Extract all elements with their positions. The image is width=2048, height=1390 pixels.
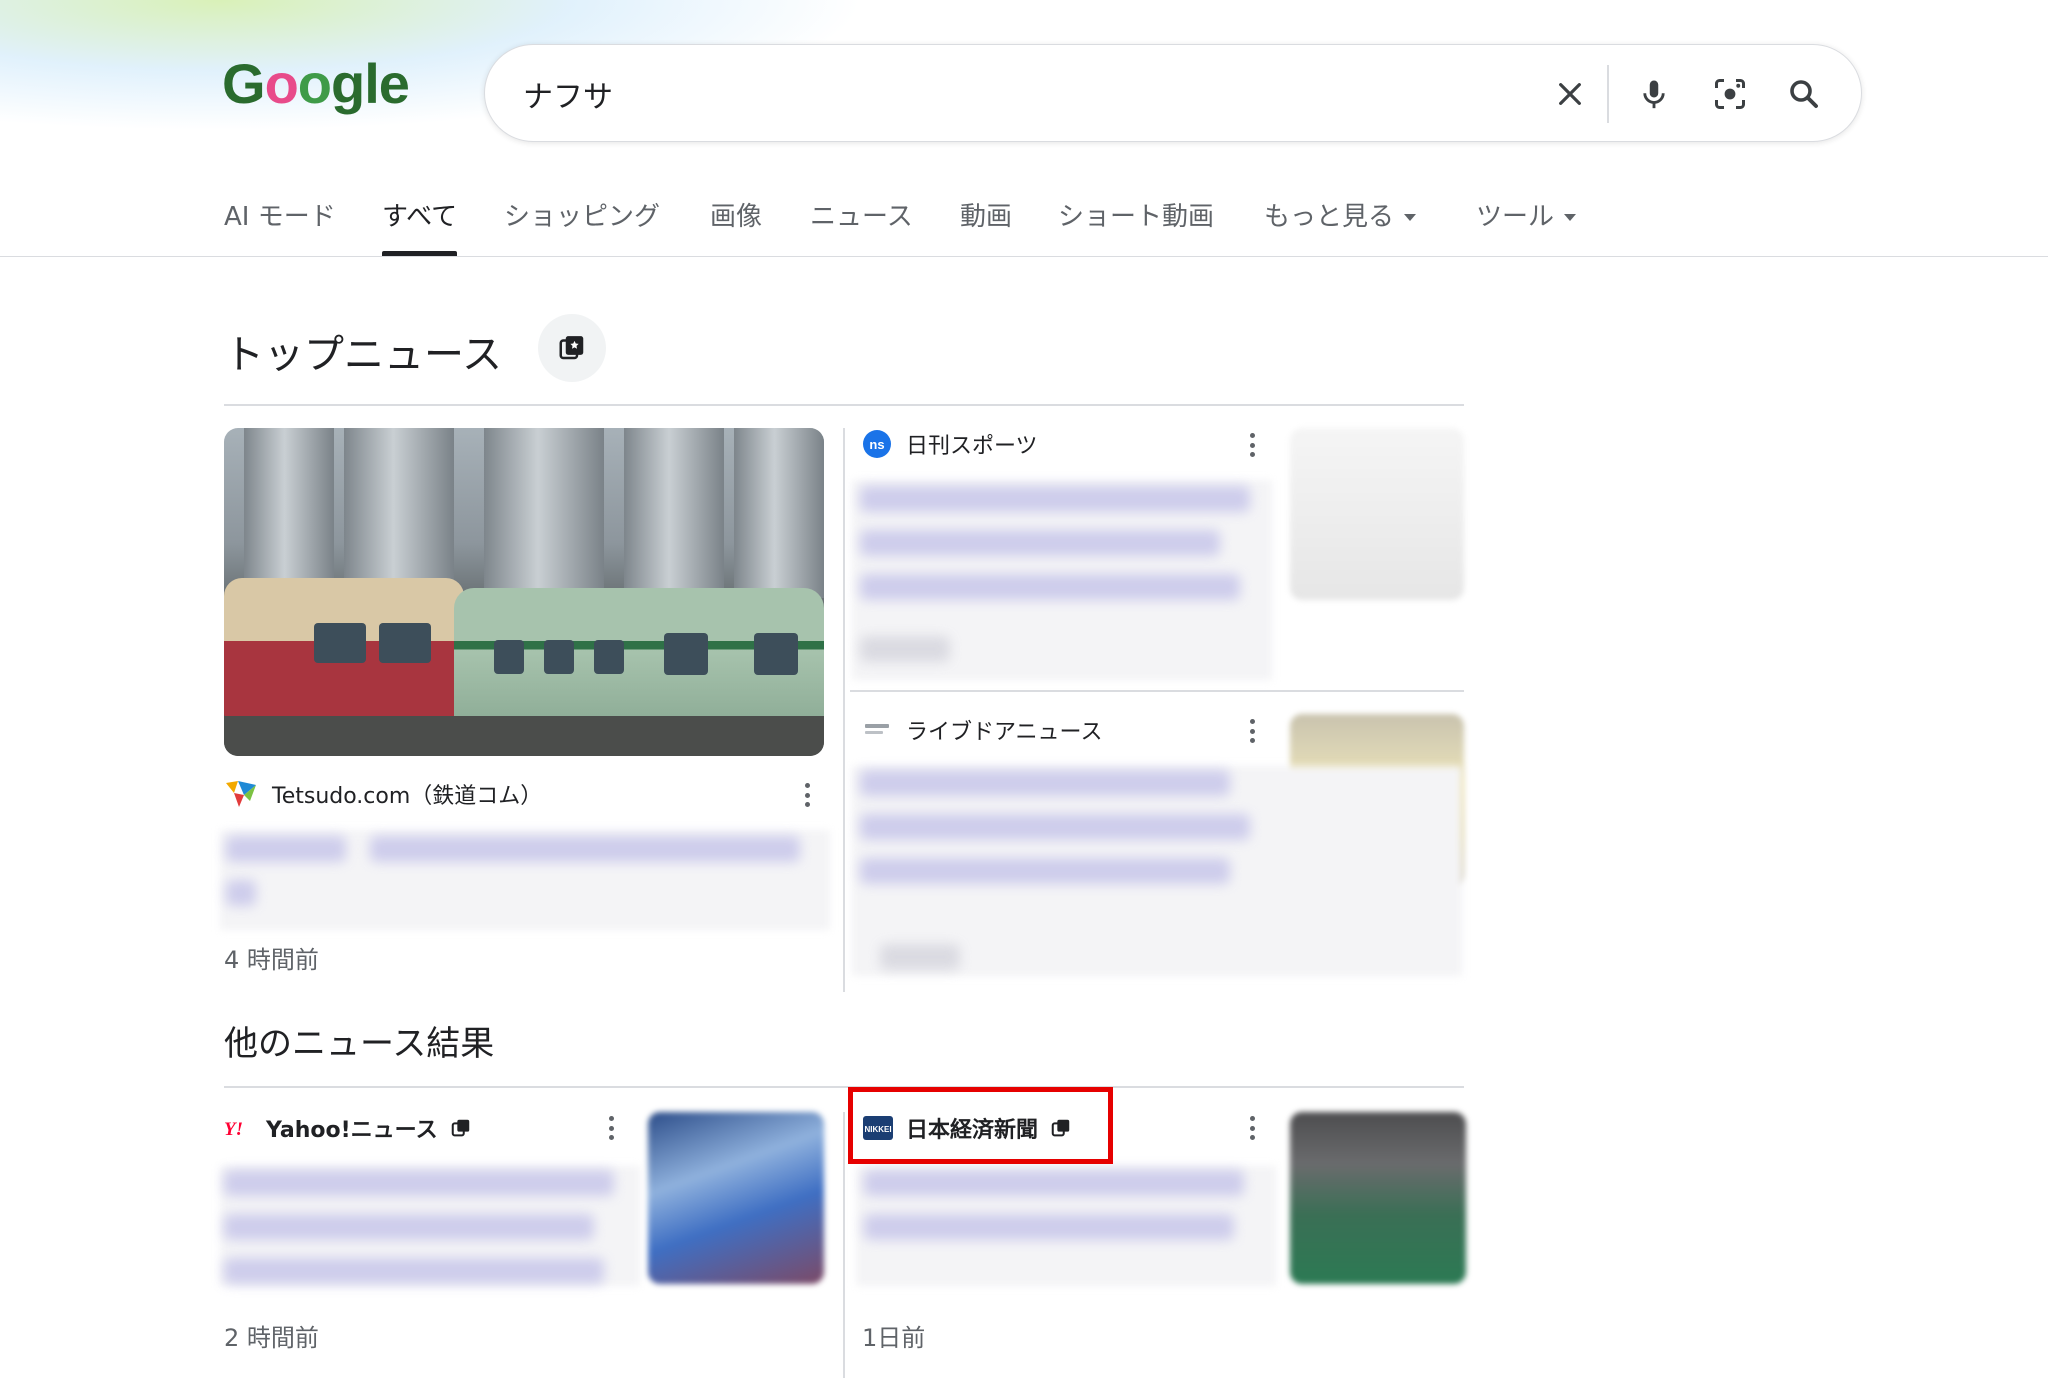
other-story-1-time: 2 時間前 bbox=[224, 1324, 319, 1352]
source-name: 日刊スポーツ bbox=[906, 434, 1038, 459]
tabs-divider bbox=[0, 256, 2048, 257]
story-divider bbox=[850, 690, 1464, 692]
side-story-2-source[interactable]: ライブドアニュース bbox=[862, 714, 1102, 746]
google-logo[interactable]: Google bbox=[222, 56, 410, 112]
search-box[interactable] bbox=[484, 44, 1862, 142]
chevron-down-icon bbox=[1404, 214, 1417, 221]
blurred-headline bbox=[224, 1258, 604, 1284]
search-input[interactable] bbox=[523, 69, 1423, 119]
other-story-2-time: 1日前 bbox=[862, 1324, 926, 1352]
other-story-1-source[interactable]: Y! Yahoo!ニュース bbox=[224, 1112, 472, 1144]
tetsudo-logo-icon bbox=[226, 781, 256, 807]
livedoor-logo-icon bbox=[865, 724, 889, 734]
side-story-1-source[interactable]: ns 日刊スポーツ bbox=[862, 428, 1038, 460]
search-divider bbox=[1607, 65, 1609, 123]
section-divider bbox=[224, 404, 1464, 406]
search-icon[interactable] bbox=[1779, 69, 1829, 119]
more-options-icon[interactable] bbox=[1242, 716, 1262, 746]
stacked-pages-icon bbox=[451, 1119, 469, 1137]
tab-tools[interactable]: ツール bbox=[1476, 196, 1577, 256]
tab-all[interactable]: すべて bbox=[382, 196, 458, 256]
tab-label: ツール bbox=[1476, 202, 1555, 232]
source-name: ライブドアニュース bbox=[906, 720, 1103, 745]
tab-label: ショート動画 bbox=[1058, 202, 1215, 232]
tab-label: 動画 bbox=[960, 202, 1013, 232]
stacked-pages-icon[interactable] bbox=[538, 314, 606, 382]
search-tabs: AI モード すべて ショッピング 画像 ニュース 動画 ショート動画 もっと見… bbox=[224, 196, 1624, 258]
blurred-timestamp bbox=[880, 944, 960, 970]
tab-label: AI モード bbox=[224, 202, 336, 232]
main-story-source[interactable]: Tetsudo.com（鉄道コム） bbox=[224, 778, 542, 810]
blurred-timestamp bbox=[860, 636, 950, 662]
more-options-icon[interactable] bbox=[1242, 430, 1262, 460]
more-options-icon[interactable] bbox=[601, 1113, 621, 1143]
main-story-image[interactable] bbox=[224, 428, 824, 756]
tab-news[interactable]: ニュース bbox=[810, 196, 913, 256]
blurred-headline bbox=[864, 1214, 1234, 1240]
other-story-1-thumbnail[interactable] bbox=[648, 1112, 824, 1284]
nikkansports-logo-icon: ns bbox=[863, 430, 891, 458]
blurred-headline bbox=[224, 1170, 614, 1196]
blurred-headline bbox=[860, 770, 1230, 796]
tab-videos[interactable]: 動画 bbox=[960, 196, 1012, 256]
svg-text:ns: ns bbox=[869, 437, 884, 452]
blurred-headline bbox=[226, 836, 346, 862]
top-news-title: トップニュース bbox=[224, 332, 502, 378]
tab-more[interactable]: もっと見る bbox=[1264, 196, 1417, 256]
more-options-icon[interactable] bbox=[797, 780, 817, 810]
blurred-headline bbox=[226, 880, 256, 906]
tab-images[interactable]: 画像 bbox=[710, 196, 762, 256]
tab-label: 画像 bbox=[710, 202, 763, 232]
other-news-title: 他のニュース結果 bbox=[224, 1024, 495, 1064]
close-icon[interactable] bbox=[1545, 69, 1595, 119]
camera-lens-icon[interactable] bbox=[1705, 69, 1755, 119]
tab-label: ショッピング bbox=[504, 202, 661, 232]
blurred-headline bbox=[860, 486, 1250, 512]
main-story-time: 4 時間前 bbox=[224, 946, 319, 974]
section-divider bbox=[224, 1086, 1464, 1088]
tab-ai-mode[interactable]: AI モード bbox=[224, 196, 336, 256]
blurred-headline bbox=[864, 1170, 1244, 1196]
svg-text:Y!: Y! bbox=[224, 1119, 243, 1140]
tab-shopping[interactable]: ショッピング bbox=[504, 196, 660, 256]
tab-label: もっと見る bbox=[1264, 202, 1395, 232]
column-divider bbox=[843, 428, 845, 992]
tab-short-videos[interactable]: ショート動画 bbox=[1058, 196, 1214, 256]
tab-label: すべて bbox=[382, 202, 458, 232]
chevron-down-icon bbox=[1564, 214, 1577, 221]
tab-label: ニュース bbox=[810, 202, 913, 232]
side-story-1-thumbnail[interactable] bbox=[1290, 428, 1464, 600]
yahoo-logo-icon: Y! bbox=[224, 1119, 243, 1140]
other-story-2-thumbnail[interactable] bbox=[1290, 1112, 1466, 1284]
column-divider bbox=[843, 1112, 845, 1378]
microphone-icon[interactable] bbox=[1629, 69, 1679, 119]
source-name: Tetsudo.com（鉄道コム） bbox=[272, 784, 543, 809]
source-name: Yahoo!ニュース bbox=[266, 1118, 438, 1143]
blurred-headline bbox=[860, 574, 1240, 600]
highlight-box bbox=[848, 1087, 1113, 1164]
more-options-icon[interactable] bbox=[1242, 1113, 1262, 1143]
blurred-headline bbox=[860, 858, 1230, 884]
blurred-headline bbox=[860, 530, 1220, 556]
blurred-headline bbox=[224, 1214, 594, 1240]
blurred-headline bbox=[370, 836, 800, 862]
blurred-headline bbox=[860, 814, 1250, 840]
